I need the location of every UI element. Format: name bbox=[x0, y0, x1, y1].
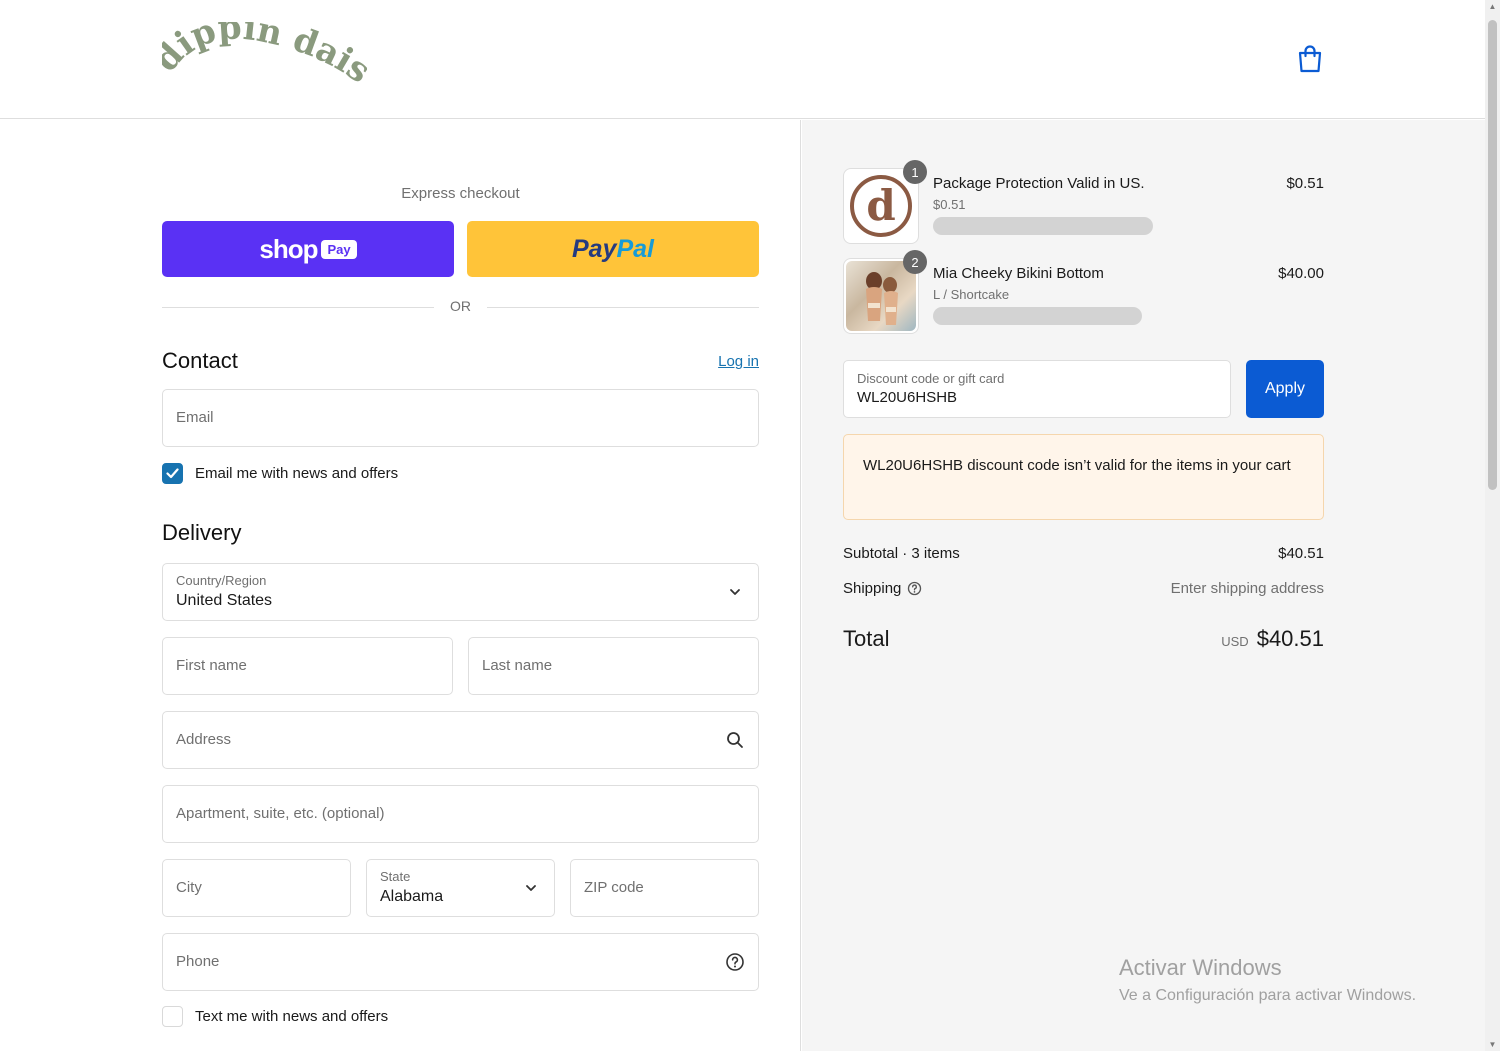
scroll-up-arrow-icon[interactable]: ▲ bbox=[1488, 2, 1497, 11]
subtotal-row: Subtotal · 3 items $40.51 bbox=[843, 545, 1324, 562]
email-placeholder: Email bbox=[176, 409, 214, 426]
zip-field[interactable]: ZIP code bbox=[570, 859, 759, 917]
subtotal-value: $40.51 bbox=[1278, 545, 1324, 562]
loading-placeholder bbox=[933, 217, 1153, 235]
shipping-label: Shipping bbox=[843, 580, 902, 597]
svg-text:dippin daisys: dippin daisys bbox=[162, 22, 367, 91]
login-link[interactable]: Log in bbox=[718, 353, 759, 370]
item-price: $0.51 bbox=[1286, 175, 1324, 192]
contact-title: Contact bbox=[162, 348, 238, 373]
windows-activation-watermark: Activar Windows Ve a Configuración para … bbox=[1119, 955, 1416, 1005]
checkout-form-column: Express checkout shop Pay Pay Pal OR Cont… bbox=[0, 120, 801, 1051]
newsletter-option[interactable]: Email me with news and offers bbox=[162, 463, 398, 484]
brand-logo-text: dippin daisys bbox=[162, 22, 367, 91]
product-thumbnail: d 1 bbox=[843, 160, 927, 244]
search-icon[interactable] bbox=[725, 730, 745, 750]
apply-button[interactable]: Apply bbox=[1246, 360, 1324, 418]
address-placeholder: Address bbox=[176, 731, 232, 748]
first-name-placeholder: First name bbox=[176, 657, 247, 674]
shipping-value: Enter shipping address bbox=[1170, 580, 1324, 597]
last-name-field[interactable]: Last name bbox=[468, 637, 759, 695]
help-icon[interactable] bbox=[725, 952, 745, 972]
shopping-bag-icon[interactable] bbox=[1296, 44, 1324, 74]
state-select[interactable]: State Alabama bbox=[366, 859, 555, 917]
shop-pay-badge: Pay bbox=[321, 239, 357, 259]
delivery-title: Delivery bbox=[162, 520, 242, 545]
total-label: Total bbox=[843, 626, 890, 651]
checkmark-icon bbox=[166, 468, 179, 479]
vertical-scrollbar[interactable]: ▲ ▼ bbox=[1485, 0, 1500, 1051]
chevron-down-icon bbox=[730, 589, 740, 595]
shop-pay-wordmark: shop bbox=[259, 233, 318, 264]
scroll-down-arrow-icon[interactable]: ▼ bbox=[1488, 1040, 1497, 1049]
last-name-placeholder: Last name bbox=[482, 657, 553, 674]
item-variant: $0.51 bbox=[933, 197, 966, 212]
item-variant: L / Shortcake bbox=[933, 287, 1010, 302]
product-thumbnail: 2 bbox=[843, 250, 927, 334]
total-amount: $40.51 bbox=[1256, 626, 1324, 651]
checkout-form: Express checkout shop Pay Pay Pal OR Cont… bbox=[162, 120, 759, 1051]
shop-pay-button[interactable]: shop Pay bbox=[162, 221, 454, 277]
country-select[interactable]: Country/Region United States bbox=[162, 563, 759, 621]
order-summary-column: d 1 Package Protection Valid in US. $0.5… bbox=[802, 120, 1485, 1051]
sms-option[interactable]: Text me with news and offers bbox=[162, 1006, 388, 1027]
express-checkout-label: Express checkout bbox=[401, 185, 520, 202]
watermark-title: Activar Windows bbox=[1119, 955, 1282, 980]
paypal-wordmark-pay: Pay bbox=[571, 234, 617, 263]
email-field[interactable]: Email bbox=[162, 389, 759, 447]
newsletter-checkbox[interactable] bbox=[162, 463, 183, 484]
country-label: Country/Region bbox=[176, 573, 267, 588]
zip-placeholder: ZIP code bbox=[584, 879, 644, 896]
currency-code: USD bbox=[1221, 634, 1249, 649]
or-divider: OR bbox=[162, 298, 759, 318]
brand-logo[interactable]: dippin daisys bbox=[162, 22, 367, 94]
city-placeholder: City bbox=[176, 879, 202, 896]
apartment-field[interactable]: Apartment, suite, etc. (optional) bbox=[162, 785, 759, 843]
phone-placeholder: Phone bbox=[176, 953, 220, 970]
subtotal-label: Subtotal · 3 items bbox=[843, 545, 960, 562]
country-value: United States bbox=[176, 592, 273, 609]
cart-item: d 1 Package Protection Valid in US. $0.5… bbox=[843, 160, 1324, 244]
quantity-badge: 2 bbox=[903, 250, 927, 274]
total-amount-group: USD $40.51 bbox=[1221, 626, 1324, 652]
loading-placeholder bbox=[933, 307, 1142, 325]
state-value: Alabama bbox=[380, 888, 444, 905]
paypal-wordmark-pal: Pal bbox=[616, 234, 654, 263]
first-name-field[interactable]: First name bbox=[162, 637, 453, 695]
city-field[interactable]: City bbox=[162, 859, 351, 917]
package-protection-logo-letter: d bbox=[866, 181, 895, 230]
item-price: $40.00 bbox=[1278, 265, 1324, 282]
quantity-badge: 1 bbox=[903, 160, 927, 184]
discount-value: WL20U6HSHB bbox=[857, 389, 958, 406]
scrollbar-thumb[interactable] bbox=[1488, 20, 1497, 490]
sms-label: Text me with news and offers bbox=[195, 1008, 389, 1025]
address-field[interactable]: Address bbox=[162, 711, 759, 769]
order-summary: d 1 Package Protection Valid in US. $0.5… bbox=[843, 120, 1324, 1051]
header: dippin daisys bbox=[0, 0, 1485, 119]
discount-code-field[interactable]: Discount code or gift card WL20U6HSHB bbox=[843, 360, 1231, 418]
divider-line-right bbox=[487, 307, 759, 308]
item-name: Mia Cheeky Bikini Bottom bbox=[933, 265, 1104, 282]
shipping-row: Shipping Enter shipping address bbox=[843, 580, 1324, 597]
help-icon[interactable] bbox=[907, 581, 922, 596]
phone-field[interactable]: Phone bbox=[162, 933, 759, 991]
discount-error-alert: WL20U6HSHB discount code isn’t valid for… bbox=[843, 434, 1324, 520]
paypal-button[interactable]: Pay Pal bbox=[467, 221, 759, 277]
item-name: Package Protection Valid in US. bbox=[933, 175, 1145, 192]
state-label: State bbox=[380, 869, 411, 884]
bikini-product-image bbox=[866, 272, 898, 325]
package-protection-logo: d bbox=[850, 175, 912, 237]
watermark-subtitle: Ve a Configuración para activar Windows. bbox=[1119, 987, 1417, 1004]
chevron-down-icon bbox=[526, 885, 536, 891]
or-text: OR bbox=[450, 298, 471, 314]
newsletter-label: Email me with news and offers bbox=[195, 465, 399, 482]
cart-item: 2 Mia Cheeky Bikini Bottom L / Shortcake… bbox=[843, 250, 1324, 334]
apartment-placeholder: Apartment, suite, etc. (optional) bbox=[176, 805, 385, 822]
sms-checkbox[interactable] bbox=[162, 1006, 183, 1027]
discount-label: Discount code or gift card bbox=[857, 371, 1005, 386]
